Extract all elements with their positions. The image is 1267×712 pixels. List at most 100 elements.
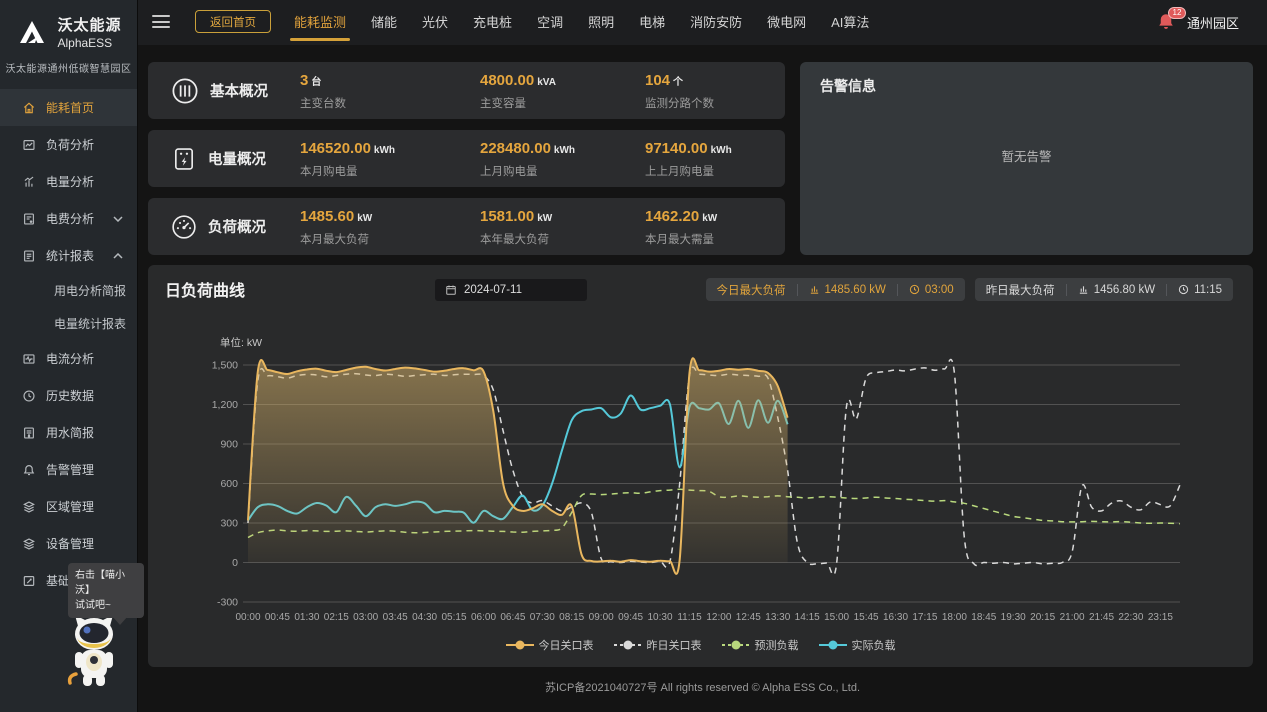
badge-label: 昨日最大负荷 (975, 282, 1066, 298)
history-icon (22, 389, 36, 403)
svg-text:09:00: 09:00 (589, 612, 614, 623)
bar-chart-icon (809, 284, 820, 295)
tab-storage[interactable]: 储能 (371, 0, 397, 45)
basic-info-icon (22, 574, 36, 588)
sidebar-item-device-manage[interactable]: 设备管理 (0, 525, 137, 562)
daily-load-chart[interactable]: 1,5001,2009006003000-30000:0000:4501:300… (148, 350, 1253, 634)
svg-text:16:30: 16:30 (883, 612, 908, 623)
svg-text:10:30: 10:30 (647, 612, 672, 623)
svg-text:14:15: 14:15 (795, 612, 820, 623)
tab-ai-algorithm[interactable]: AI算法 (831, 0, 869, 45)
today-max-load-badge: 今日最大负荷 1485.60 kW 03:00 (706, 278, 965, 301)
legend-item[interactable]: 昨日关口表 (614, 637, 702, 653)
alarm-panel: 告警信息 暂无告警 (800, 62, 1253, 255)
svg-text:05:15: 05:15 (441, 612, 466, 623)
legend-item[interactable]: 实际负载 (819, 637, 896, 653)
card-energy-overview: 电量概况 146520.00kWh 本月购电量 228480.00kWh 上月购… (148, 130, 785, 187)
calendar-icon (445, 284, 457, 296)
stat-month-max-load: 1485.60kW 本月最大负荷 (300, 208, 372, 247)
stat-value: 146520.00 (300, 140, 371, 157)
legend-label: 昨日关口表 (647, 637, 702, 653)
bar-chart-icon (1078, 284, 1089, 295)
legend-item[interactable]: 预测负载 (722, 637, 799, 653)
svg-text:0: 0 (232, 557, 238, 569)
footer-copyright: 苏ICP备2021040727号 All rights reserved © A… (138, 679, 1267, 695)
chevron-down-icon (113, 216, 123, 222)
tab-energy-monitor[interactable]: 能耗监测 (294, 0, 346, 45)
current-analysis-icon (22, 352, 36, 366)
svg-text:06:00: 06:00 (471, 612, 496, 623)
sidebar-item-report[interactable]: 统计报表 (0, 237, 137, 274)
report-icon (22, 249, 36, 263)
svg-text:19:30: 19:30 (1001, 612, 1026, 623)
svg-text:13:30: 13:30 (765, 612, 790, 623)
tab-lighting[interactable]: 照明 (588, 0, 614, 45)
sidebar-item-label: 用水简报 (46, 424, 94, 441)
chart-legend: 今日关口表 昨日关口表 预测负载 实际负载 (148, 637, 1253, 653)
transformer-icon (170, 76, 200, 106)
date-picker[interactable]: 2024-07-11 (435, 279, 587, 301)
sidebar-item-label: 区域管理 (46, 498, 94, 515)
legend-marker-icon (614, 640, 642, 650)
sidebar-item-history-data[interactable]: 历史数据 (0, 377, 137, 414)
legend-label: 今日关口表 (539, 637, 594, 653)
daily-load-panel: 日负荷曲线 2024-07-11 今日最大负荷 1485.60 kW (148, 265, 1253, 667)
sidebar-item-load-analysis[interactable]: 负荷分析 (0, 126, 137, 163)
svg-text:900: 900 (220, 439, 238, 451)
sidebar-subitem-usage-brief[interactable]: 用电分析简报 (0, 274, 137, 307)
svg-text:18:00: 18:00 (942, 612, 967, 623)
svg-text:1,200: 1,200 (212, 399, 238, 411)
chevron-up-icon (113, 253, 123, 259)
brand-name-cn: 沃太能源 (57, 14, 121, 35)
meter-icon (170, 145, 198, 173)
sidebar-item-energy-home[interactable]: 能耗首页 (0, 89, 137, 126)
svg-text:22:30: 22:30 (1118, 612, 1143, 623)
tab-microgrid[interactable]: 微电网 (767, 0, 806, 45)
gauge-icon (170, 213, 198, 241)
legend-item[interactable]: 今日关口表 (506, 637, 594, 653)
sidebar-item-current-analysis[interactable]: 电流分析 (0, 340, 137, 377)
sidebar-item-region-manage[interactable]: 区域管理 (0, 488, 137, 525)
collapse-menu-icon[interactable] (152, 15, 172, 30)
tab-pv[interactable]: 光伏 (422, 0, 448, 45)
sidebar-item-alarm-manage[interactable]: 告警管理 (0, 451, 137, 488)
stat-unit: kW (702, 213, 717, 224)
stat-unit: 台 (311, 77, 321, 88)
stat-two-months-ago-purchase: 97140.00kWh 上上月购电量 (645, 140, 732, 179)
svg-text:23:15: 23:15 (1148, 612, 1173, 623)
park-selector[interactable]: 通州园区 (1187, 13, 1239, 32)
badge-label: 今日最大负荷 (706, 282, 797, 298)
sidebar-item-label: 告警管理 (46, 461, 94, 478)
svg-text:-300: -300 (217, 597, 238, 609)
tab-charging-pile[interactable]: 充电桩 (473, 0, 512, 45)
card-load-overview: 负荷概况 1485.60kW 本月最大负荷 1581.00kW 本年最大负荷 1… (148, 198, 785, 255)
legend-label: 实际负载 (852, 637, 896, 653)
home-icon (22, 101, 36, 115)
stat-unit: kVA (537, 77, 556, 88)
svg-text:03:45: 03:45 (383, 612, 408, 623)
stat-label: 本月最大负荷 (300, 231, 372, 247)
stat-label: 本月购电量 (300, 163, 395, 179)
stat-unit: kW (357, 213, 372, 224)
svg-text:21:00: 21:00 (1060, 612, 1085, 623)
sidebar-subitem-energy-report[interactable]: 电量统计报表 (0, 307, 137, 340)
sidebar-item-cost-analysis[interactable]: 电费分析 (0, 200, 137, 237)
svg-text:1,500: 1,500 (212, 360, 238, 372)
cost-analysis-icon (22, 212, 36, 226)
back-home-button[interactable]: 返回首页 (195, 10, 271, 33)
card-basic-overview: 基本概况 3台 主变台数 4800.00kVA 主变容量 104个 监测分路个数 (148, 62, 785, 119)
brand-name-en: AlphaESS (57, 36, 121, 50)
svg-text:600: 600 (220, 478, 238, 490)
stat-monitored-circuits: 104个 监测分路个数 (645, 72, 714, 111)
tab-elevator[interactable]: 电梯 (639, 0, 665, 45)
sidebar-item-energy-analysis[interactable]: 电量分析 (0, 163, 137, 200)
notification-bell[interactable]: 12 (1157, 11, 1179, 35)
svg-text:12:00: 12:00 (706, 612, 731, 623)
legend-marker-icon (722, 640, 750, 650)
tab-fire-security[interactable]: 消防安防 (690, 0, 742, 45)
sidebar-item-water-brief[interactable]: 用水简报 (0, 414, 137, 451)
tab-hvac[interactable]: 空调 (537, 0, 563, 45)
sidebar-item-label: 历史数据 (46, 387, 94, 404)
module-tabs: 能耗监测 储能 光伏 充电桩 空调 照明 电梯 消防安防 微电网 AI算法 (294, 0, 869, 45)
stat-unit: kWh (554, 145, 575, 156)
